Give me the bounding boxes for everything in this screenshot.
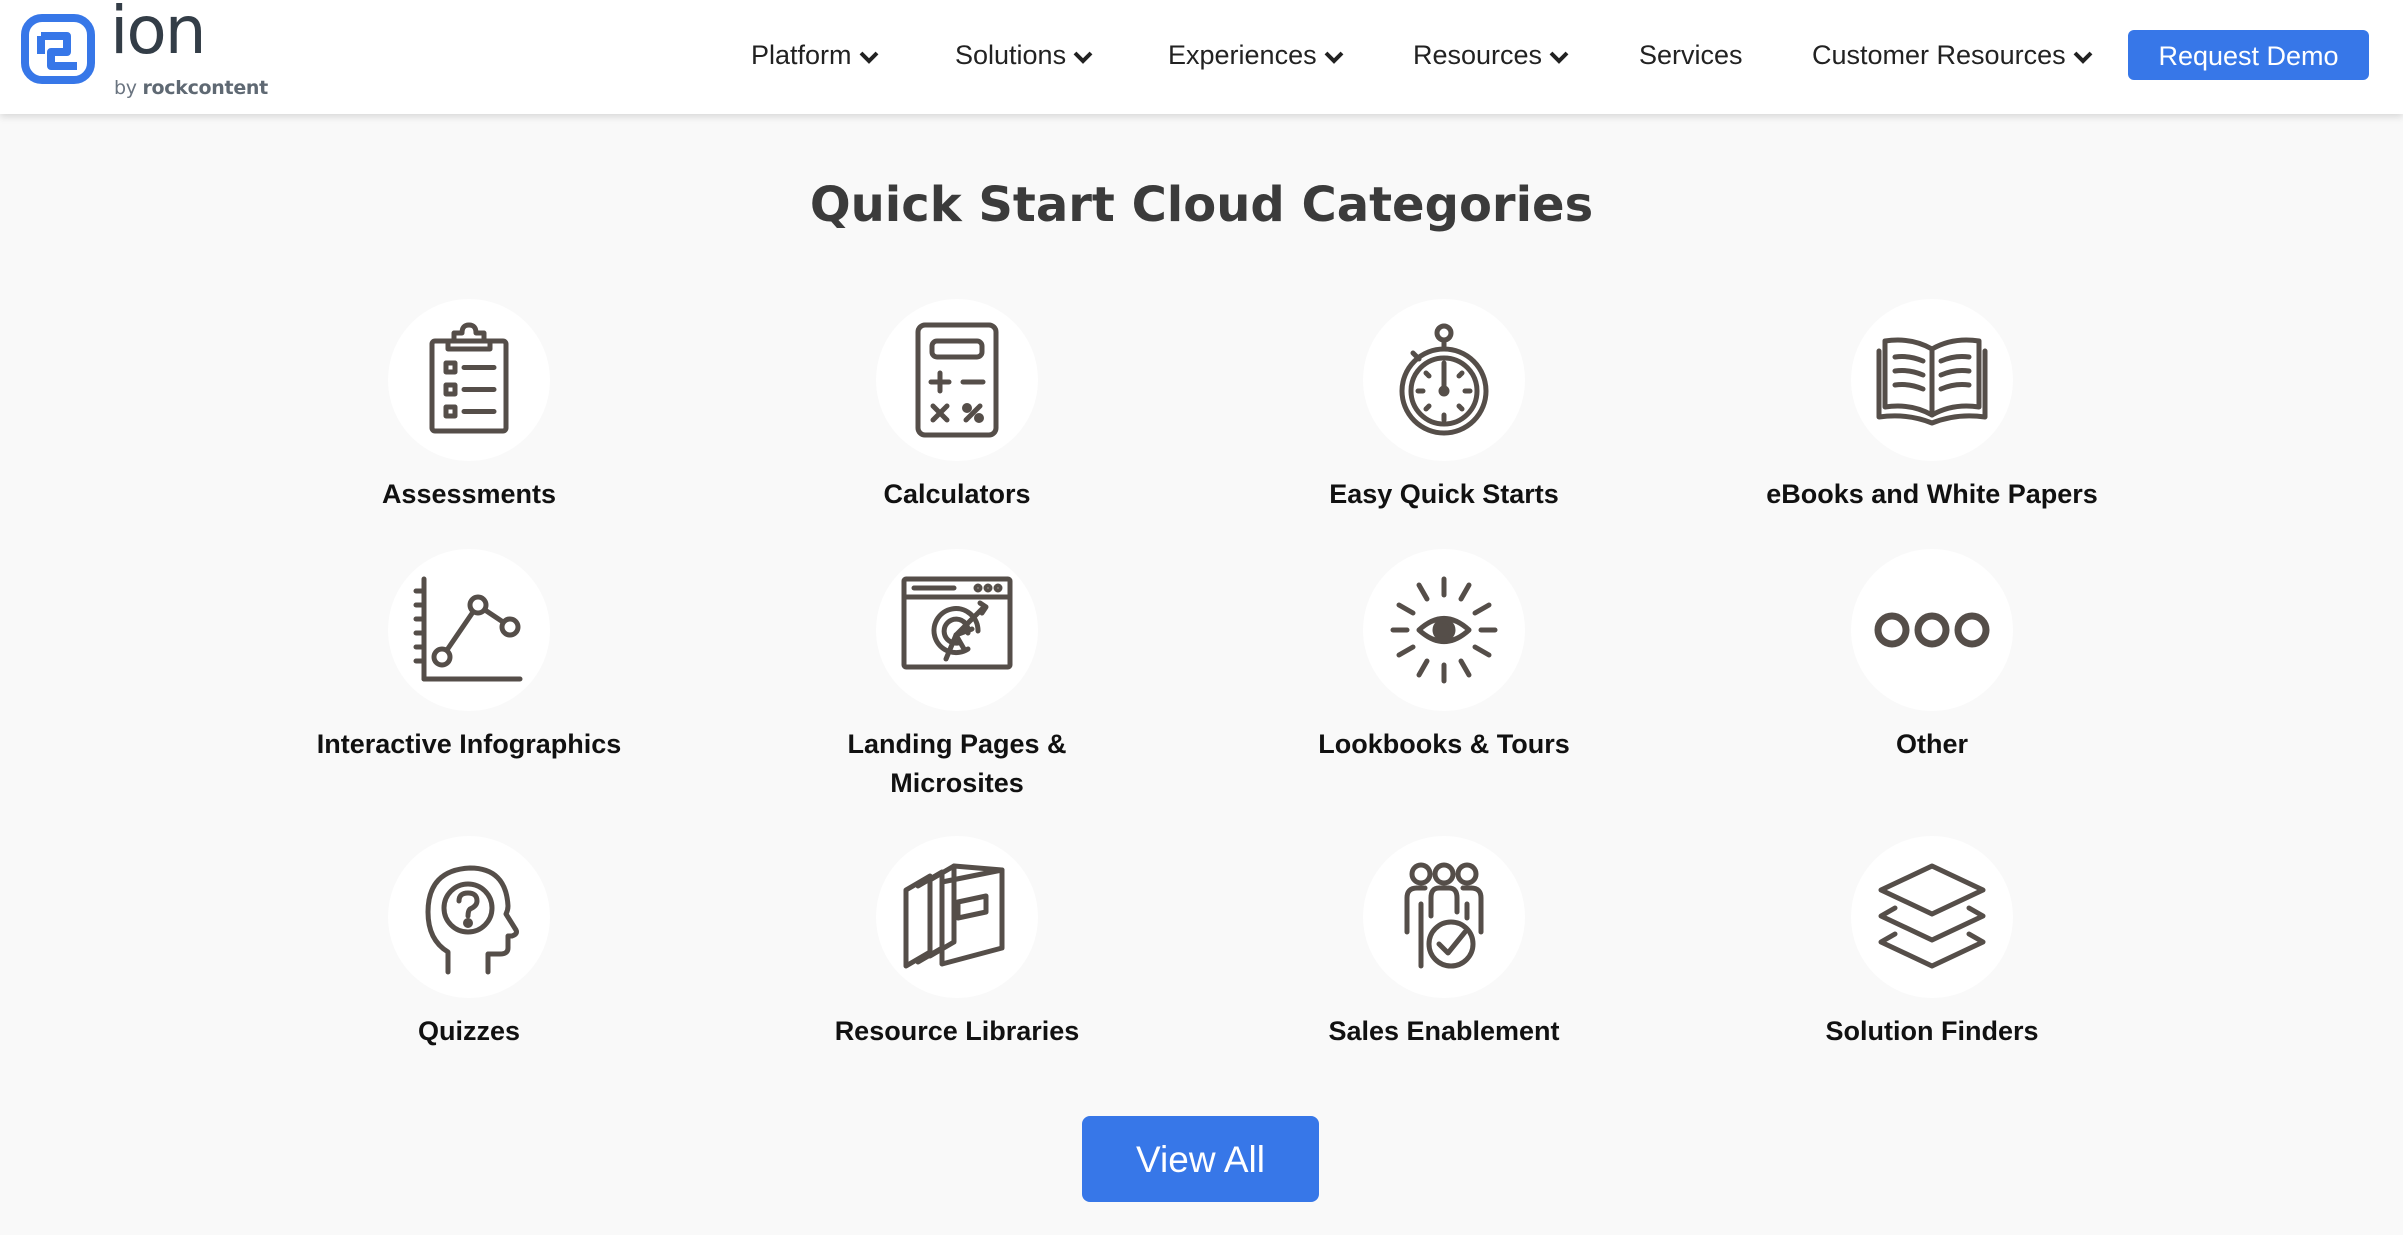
stopwatch-icon	[1399, 323, 1489, 436]
nav-item-services[interactable]: Services	[1639, 38, 1743, 72]
category-solution-finders[interactable]: Solution Finders	[1722, 836, 2142, 1051]
nav-item-label: Experiences	[1168, 40, 1317, 70]
open-book-icon	[1876, 337, 1988, 426]
category-icon-circle	[876, 299, 1038, 461]
category-icon-circle	[388, 299, 550, 461]
books-icon	[903, 863, 1005, 969]
chevron-down-icon	[1073, 51, 1093, 64]
chevron-down-icon	[859, 51, 878, 64]
category-icon-circle	[1851, 299, 2013, 461]
category-label: Landing Pages & Microsites	[847, 729, 1067, 798]
nav-item-label: Services	[1639, 40, 1743, 70]
category-label: Other	[1895, 729, 1968, 759]
category-icon-circle	[1851, 549, 2013, 711]
category-label: Solution Finders	[1825, 1016, 2039, 1046]
team-check-icon	[1404, 862, 1484, 969]
category-icon-circle	[388, 836, 550, 998]
category-interactive-infographics[interactable]: Interactive Infographics	[259, 549, 679, 764]
section-title: Quick Start Cloud Categories	[809, 177, 1594, 233]
nav-item-resources[interactable]: Resources	[1413, 38, 1570, 72]
chevron-down-icon	[1549, 51, 1569, 64]
category-label: Lookbooks & Tours	[1318, 729, 1570, 759]
head-question-icon	[425, 865, 519, 975]
category-label: eBooks and White Papers	[1766, 479, 2098, 509]
nav-item-label: Resources	[1413, 40, 1543, 70]
view-all-button[interactable]: View All	[1082, 1116, 1319, 1202]
category-icon-circle	[1363, 299, 1525, 461]
category-resource-libraries[interactable]: Resource Libraries	[747, 836, 1167, 1051]
line-chart-icon	[413, 576, 523, 682]
clipboard-icon	[429, 322, 509, 434]
three-circles-icon	[1874, 612, 1990, 648]
nav-item-label: Solutions	[955, 40, 1067, 70]
category-landing-pages-and-microsites[interactable]: Landing Pages & Microsites	[747, 549, 1167, 803]
nav-item-customer-resources[interactable]: Customer Resources	[1812, 38, 2094, 72]
calculator-icon	[915, 322, 999, 438]
eye-icon	[1390, 576, 1498, 684]
category-icon-circle	[876, 549, 1038, 711]
nav-item-experiences[interactable]: Experiences	[1168, 38, 1345, 72]
category-label: Quizzes	[417, 1016, 521, 1046]
layers-icon	[1878, 863, 1986, 969]
category-label: Easy Quick Starts	[1329, 479, 1559, 509]
nav-item-solutions[interactable]: Solutions	[955, 38, 1094, 72]
category-other[interactable]: Other	[1722, 549, 2142, 764]
category-label: Resource Libraries	[834, 1016, 1080, 1046]
category-label: Assessments	[381, 479, 557, 509]
category-ebooks-and-white-papers[interactable]: eBooks and White Papers	[1722, 299, 2142, 514]
category-assessments[interactable]: Assessments	[259, 299, 679, 514]
chevron-down-icon	[1324, 51, 1344, 64]
category-label: Sales Enablement	[1328, 1016, 1560, 1046]
category-sales-enablement[interactable]: Sales Enablement	[1234, 836, 1654, 1051]
nav-item-platform[interactable]: Platform	[751, 38, 880, 72]
category-easy-quick-starts[interactable]: Easy Quick Starts	[1234, 299, 1654, 514]
main-nav: Platform Solutions Experiences Resources…	[0, 0, 2403, 114]
site-header: ion by rockcontent Platform Solutions Ex…	[0, 0, 2403, 114]
category-icon-circle	[388, 549, 550, 711]
category-label: Interactive Infographics	[316, 729, 622, 759]
browser-target-icon	[901, 576, 1013, 670]
category-lookbooks-and-tours[interactable]: Lookbooks & Tours	[1234, 549, 1654, 764]
chevron-down-icon	[2073, 51, 2093, 64]
category-calculators[interactable]: Calculators	[747, 299, 1167, 514]
category-icon-circle	[876, 836, 1038, 998]
nav-item-label: Customer Resources	[1812, 40, 2066, 70]
category-icon-circle	[1851, 836, 2013, 998]
request-demo-button[interactable]: Request Demo	[2128, 30, 2369, 80]
category-icon-circle	[1363, 549, 1525, 711]
category-label: Calculators	[883, 479, 1031, 509]
category-quizzes[interactable]: Quizzes	[259, 836, 679, 1051]
nav-item-label: Platform	[751, 40, 852, 70]
category-icon-circle	[1363, 836, 1525, 998]
